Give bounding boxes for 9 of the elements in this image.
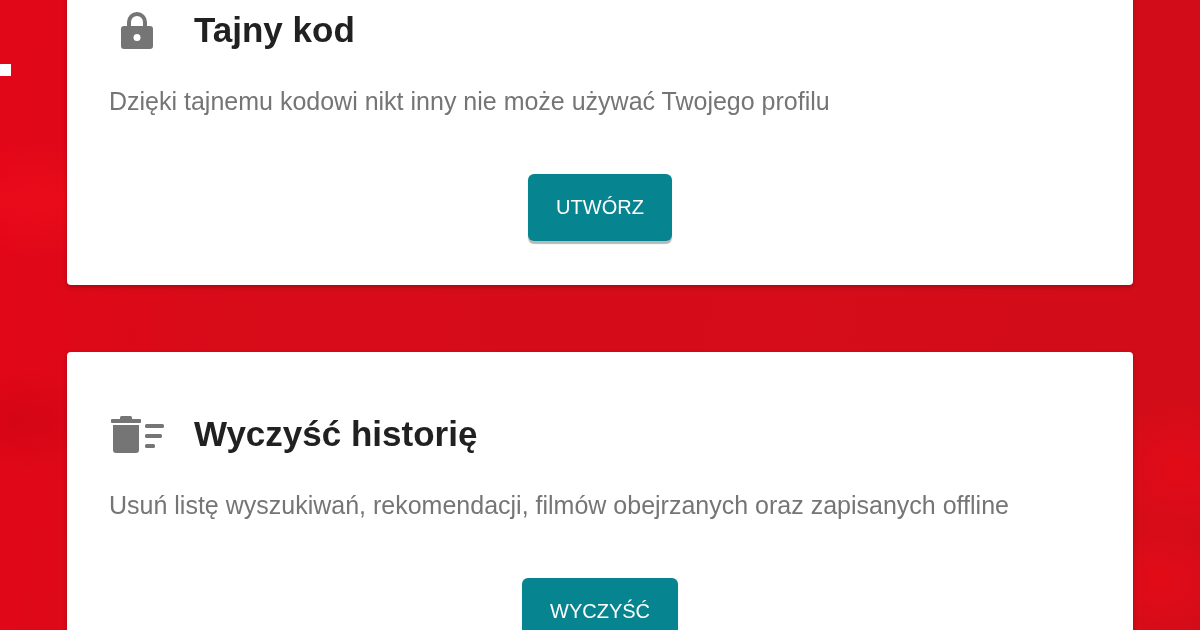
square-icon xyxy=(0,64,11,76)
action-button[interactable]: WYCZYŚĆ xyxy=(522,578,678,630)
action-button[interactable]: UTWÓRZ xyxy=(528,174,672,241)
card-title: Tajny kod xyxy=(194,10,355,50)
card-description: Dzięki tajnemu kodowi nikt inny nie może używać Twojego profilu xyxy=(109,87,831,116)
card-description: Usuń listę wyszukiwań, rekomendacji, filmów obejrzanych oraz zapisanych offline xyxy=(109,491,1010,520)
lock-icon xyxy=(121,11,153,49)
trash-list-icon xyxy=(110,415,164,453)
card-title: Wyczyść historię xyxy=(194,414,478,454)
